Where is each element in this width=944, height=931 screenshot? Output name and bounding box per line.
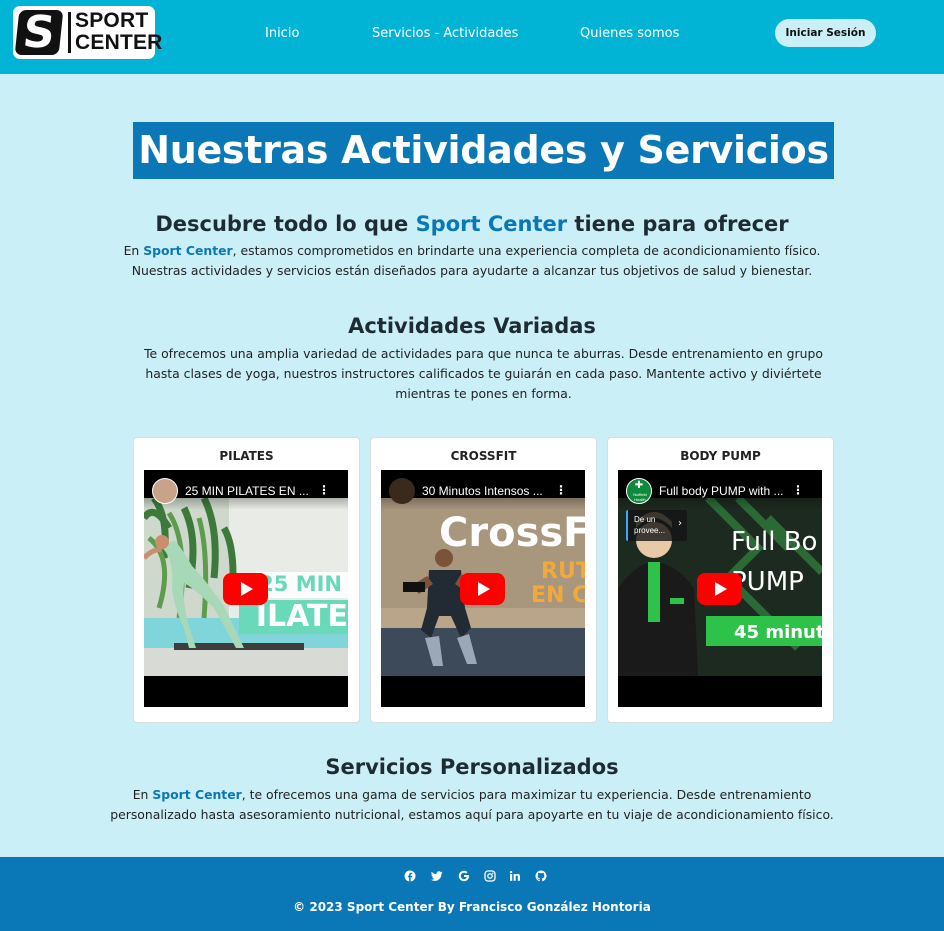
- video-embed-pilates[interactable]: 25 MIN ILATE 25 MIN PILATES EN ... ⋮: [144, 470, 348, 707]
- video-title-pilates[interactable]: 25 MIN PILATES EN ...: [185, 484, 313, 498]
- activities-heading: Actividades Variadas: [348, 314, 596, 338]
- provider-info-badge[interactable]: De un provee... ›: [626, 510, 687, 541]
- more-options-icon[interactable]: ⋮: [555, 484, 567, 496]
- facebook-icon[interactable]: [404, 870, 416, 882]
- youtube-play-icon[interactable]: [697, 573, 742, 605]
- nav-link-inicio[interactable]: Inicio: [265, 24, 299, 44]
- intro-p-pre: En: [123, 243, 144, 258]
- copyright-text: © 2023 Sport Center By Francisco Gonzále…: [293, 900, 651, 914]
- intro-p-line2: Nuestras actividades y servicios están d…: [131, 263, 813, 278]
- sport-center-logo[interactable]: S SPORT CENTER: [13, 6, 163, 59]
- nav-link-quienes-somos[interactable]: Quienes somos: [580, 24, 679, 44]
- intro-heading-brand: Sport Center: [415, 212, 568, 236]
- services-p-brand: Sport Center: [152, 787, 242, 802]
- thumb-overlay-crossfit-1: CrossF: [439, 510, 585, 556]
- card-title-pilates: PILATES: [219, 449, 274, 463]
- chevron-right-icon: ›: [678, 518, 682, 529]
- logo-line-2: CENTER: [75, 31, 163, 54]
- thumb-overlay-crossfit-3: EN C: [531, 583, 585, 608]
- navbar: S SPORT CENTER Inicio Servicios - Activi…: [0, 0, 944, 74]
- footer: © 2023 Sport Center By Francisco Gonzále…: [0, 857, 944, 931]
- services-p-line2: personalizado hasta asesoramiento nutric…: [110, 807, 834, 822]
- services-p-line1: , te ofrecemos una gama de servicios par…: [241, 787, 812, 802]
- channel-avatar[interactable]: [389, 478, 415, 504]
- video-title-body-pump[interactable]: Full body PUMP with ...: [659, 484, 787, 498]
- login-button[interactable]: Iniciar Sesión: [775, 19, 876, 47]
- logo-divider: [68, 12, 71, 53]
- intro-p-brand: Sport Center: [143, 243, 233, 258]
- google-icon[interactable]: [458, 870, 470, 882]
- thumb-overlay-pilates-2: ILATE: [256, 599, 348, 634]
- card-title-crossfit: CROSSFIT: [450, 449, 517, 463]
- github-icon[interactable]: [535, 870, 547, 882]
- thumb-overlay-pump-3: 45 minute: [734, 622, 822, 643]
- instagram-icon[interactable]: [484, 870, 496, 882]
- twitter-icon[interactable]: [431, 870, 443, 882]
- more-options-icon[interactable]: ⋮: [318, 484, 330, 496]
- activity-card-crossfit: CROSSFIT CrossF RUT EN C 30 Minutos Inte…: [370, 437, 597, 723]
- video-title-crossfit[interactable]: 30 Minutos Intensos ...: [422, 484, 550, 498]
- services-paragraph: En Sport Center, te ofrecemos una gama d…: [100, 785, 844, 825]
- provider-badge-line-1: De un: [634, 515, 656, 524]
- provider-badge-line-2: provee...: [634, 526, 666, 535]
- thumb-overlay-pump-1: Full Bo: [731, 527, 817, 557]
- activities-paragraph: Te ofrecemos una amplia variedad de acti…: [144, 346, 823, 401]
- services-heading: Servicios Personalizados: [325, 755, 619, 779]
- channel-avatar[interactable]: [152, 478, 178, 504]
- activity-card-pilates: PILATES 25 MIN ILATE 25 MIN PILATES EN .…: [133, 437, 360, 723]
- intro-p-line1: , estamos comprometidos en brindarte una…: [232, 243, 821, 258]
- video-embed-crossfit[interactable]: CrossF RUT EN C 30 Minutos Intensos ... …: [381, 470, 585, 707]
- logo-wordmark: SPORT CENTER: [75, 9, 163, 54]
- youtube-play-icon[interactable]: [460, 573, 505, 605]
- logo-s-mark: S: [14, 7, 64, 58]
- activity-card-body-pump: BODY PUMP Full Bo PUMP 45 minute ✚ Nuffi…: [607, 437, 834, 723]
- nuffield-logo-text: Nuffield Health: [633, 492, 647, 502]
- nav-link-servicios-actividades[interactable]: Servicios - Actividades: [372, 24, 518, 44]
- services-p-pre: En: [132, 787, 153, 802]
- logo-line-1: SPORT: [75, 9, 149, 32]
- page-title: Nuestras Actividades y Servicios: [133, 122, 834, 179]
- thumb-overlay-pilates-1: 25 MIN: [259, 572, 342, 596]
- channel-avatar-nuffield[interactable]: ✚ Nuffield Health: [626, 478, 652, 504]
- intro-heading: Descubre todo lo que Sport Center tiene …: [0, 211, 944, 237]
- intro-paragraph: En Sport Center, estamos comprometidos e…: [100, 241, 844, 281]
- youtube-play-icon[interactable]: [223, 573, 268, 605]
- intro-heading-pre: Descubre todo lo que: [155, 212, 416, 236]
- intro-heading-post: tiene para ofrecer: [567, 212, 789, 236]
- card-title-body-pump: BODY PUMP: [680, 449, 761, 463]
- nuffield-cross-icon: ✚: [634, 480, 644, 491]
- thumb-overlay-crossfit-2: RUT: [541, 559, 585, 584]
- more-options-icon[interactable]: ⋮: [792, 484, 804, 496]
- video-embed-body-pump[interactable]: Full Bo PUMP 45 minute ✚ Nuffield Health…: [618, 470, 822, 707]
- linkedin-icon[interactable]: [509, 870, 521, 882]
